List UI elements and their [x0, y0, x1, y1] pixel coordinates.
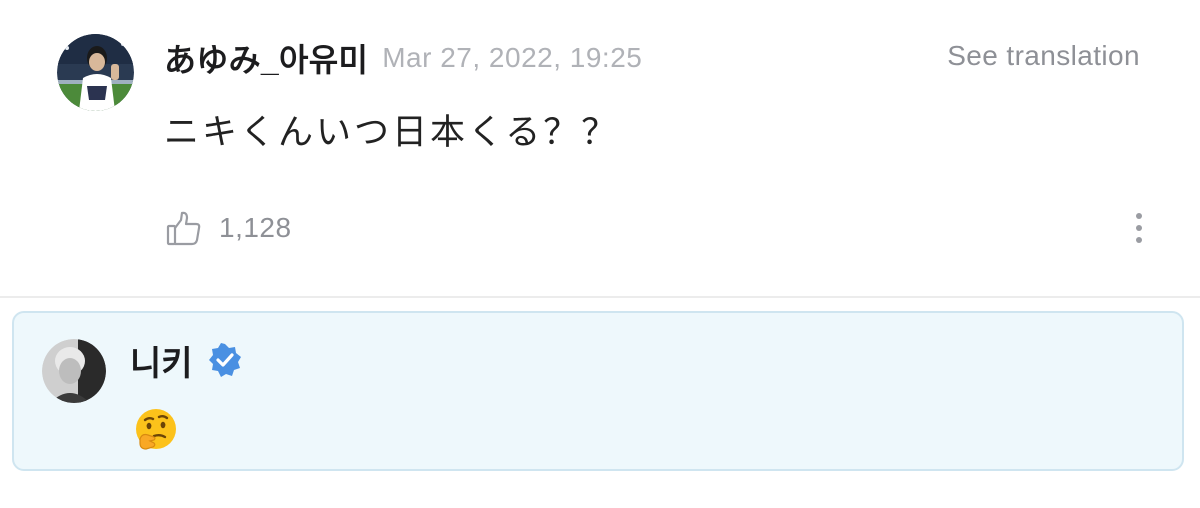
comment-item: あゆみ_아유미 Mar 27, 2022, 19:25 See translat… — [0, 0, 1200, 296]
comment-timestamp: Mar 27, 2022, 19:25 — [382, 42, 643, 73]
avatar-photo — [42, 339, 106, 403]
see-translation-link[interactable]: See translation — [947, 40, 1140, 72]
more-vertical-icon — [1136, 213, 1142, 243]
reply-text: 🤔 — [132, 407, 180, 455]
thumbs-up-icon — [166, 211, 201, 246]
reply-header: 니키 — [130, 337, 243, 383]
comment-header: あゆみ_아유미 Mar 27, 2022, 19:25 — [164, 34, 642, 82]
artist-reply: 니키 🤔 — [12, 311, 1184, 471]
avatar-photo — [57, 34, 134, 111]
divider — [0, 296, 1200, 298]
reply-avatar[interactable] — [42, 339, 106, 403]
like-button[interactable]: 1,128 — [165, 206, 292, 250]
reply-author-name[interactable]: 니키 — [130, 336, 193, 385]
comment-text: ニキくんいつ日本くる？？ — [164, 113, 620, 152]
verified-badge-icon — [208, 343, 241, 377]
user-avatar[interactable] — [57, 34, 134, 111]
more-options-button[interactable] — [1124, 210, 1154, 250]
like-count: 1,128 — [219, 212, 292, 243]
reply-text-value: 🤔 — [132, 407, 180, 455]
comment-author-name[interactable]: あゆみ_아유미 — [164, 35, 368, 81]
